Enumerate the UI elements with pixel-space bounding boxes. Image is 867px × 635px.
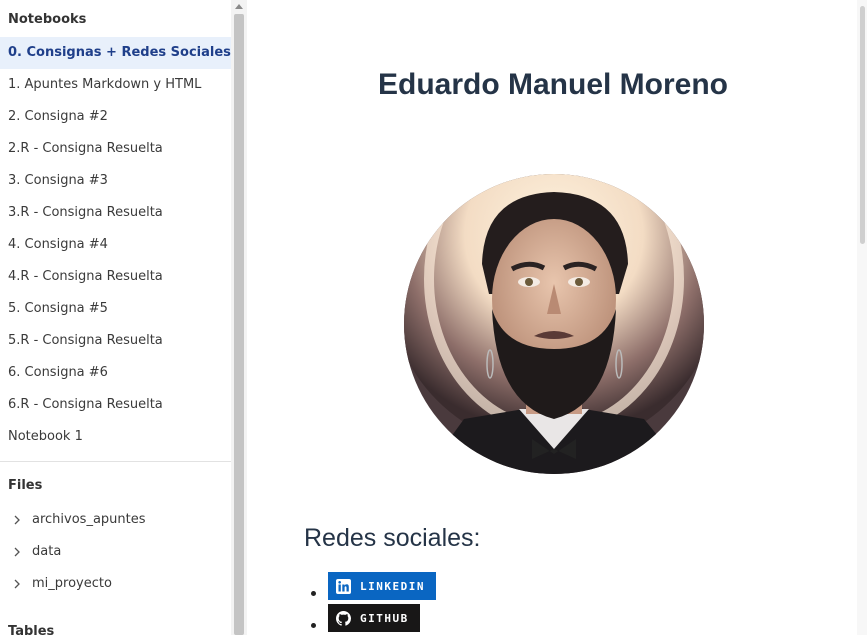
social-heading: Redes sociales:	[304, 524, 481, 552]
scroll-up-arrow-icon[interactable]	[234, 2, 244, 10]
folder-label: archivos_apuntes	[32, 512, 146, 527]
folder-label: mi_proyecto	[32, 576, 112, 591]
sidebar-scrollbar[interactable]	[231, 0, 247, 635]
sidebar: Notebooks 0. Consignas + Redes Sociales …	[0, 0, 231, 635]
notebooks-section-title: Notebooks	[8, 12, 87, 27]
notebook-item-2r[interactable]: 2.R - Consigna Resuelta	[0, 133, 231, 165]
tables-section-title: Tables	[8, 624, 55, 635]
folder-archivos-apuntes[interactable]: archivos_apuntes	[0, 504, 231, 536]
folder-mi-proyecto[interactable]: mi_proyecto	[0, 568, 231, 600]
chevron-right-icon	[10, 577, 24, 591]
notebook-item-3r[interactable]: 3.R - Consigna Resuelta	[0, 197, 231, 229]
notebook-content: Eduardo Manuel Moreno Redes sociales: LI…	[247, 0, 857, 635]
notebook-item-4r[interactable]: 4.R - Consigna Resuelta	[0, 261, 231, 293]
notebook-item-notebook-1[interactable]: Notebook 1	[0, 421, 231, 453]
linkedin-badge-button[interactable]: LINKEDIN	[328, 572, 436, 600]
content-scrollbar-thumb[interactable]	[860, 6, 865, 244]
notebook-item-4[interactable]: 4. Consigna #4	[0, 229, 231, 261]
chevron-right-icon	[10, 545, 24, 559]
sidebar-scrollbar-thumb[interactable]	[234, 14, 244, 635]
content-scrollbar[interactable]	[857, 0, 867, 635]
profile-portrait-image	[404, 174, 704, 474]
sidebar-divider	[0, 461, 231, 462]
bullet-dot	[311, 623, 316, 628]
notebook-item-3[interactable]: 3. Consigna #3	[0, 165, 231, 197]
page-title: Eduardo Manuel Moreno	[377, 68, 728, 101]
notebook-item-6r[interactable]: 6.R - Consigna Resuelta	[0, 389, 231, 421]
notebook-list: 0. Consignas + Redes Sociales 1. Apuntes…	[0, 37, 231, 453]
linkedin-icon	[336, 578, 351, 594]
notebook-item-6[interactable]: 6. Consigna #6	[0, 357, 231, 389]
bullet-dot	[311, 591, 316, 596]
notebook-item-5r[interactable]: 5.R - Consigna Resuelta	[0, 325, 231, 357]
github-icon	[336, 610, 351, 626]
notebook-item-1[interactable]: 1. Apuntes Markdown y HTML	[0, 69, 231, 101]
linkedin-badge-label: LINKEDIN	[360, 579, 425, 593]
chevron-right-icon	[10, 513, 24, 527]
folder-label: data	[32, 544, 62, 559]
notebook-item-5[interactable]: 5. Consigna #5	[0, 293, 231, 325]
folder-data[interactable]: data	[0, 536, 231, 568]
notebook-item-0[interactable]: 0. Consignas + Redes Sociales	[0, 37, 231, 69]
files-section-title: Files	[8, 478, 43, 493]
github-badge-button[interactable]: GITHUB	[328, 604, 420, 632]
notebook-item-2[interactable]: 2. Consigna #2	[0, 101, 231, 133]
github-badge-label: GITHUB	[360, 611, 409, 625]
